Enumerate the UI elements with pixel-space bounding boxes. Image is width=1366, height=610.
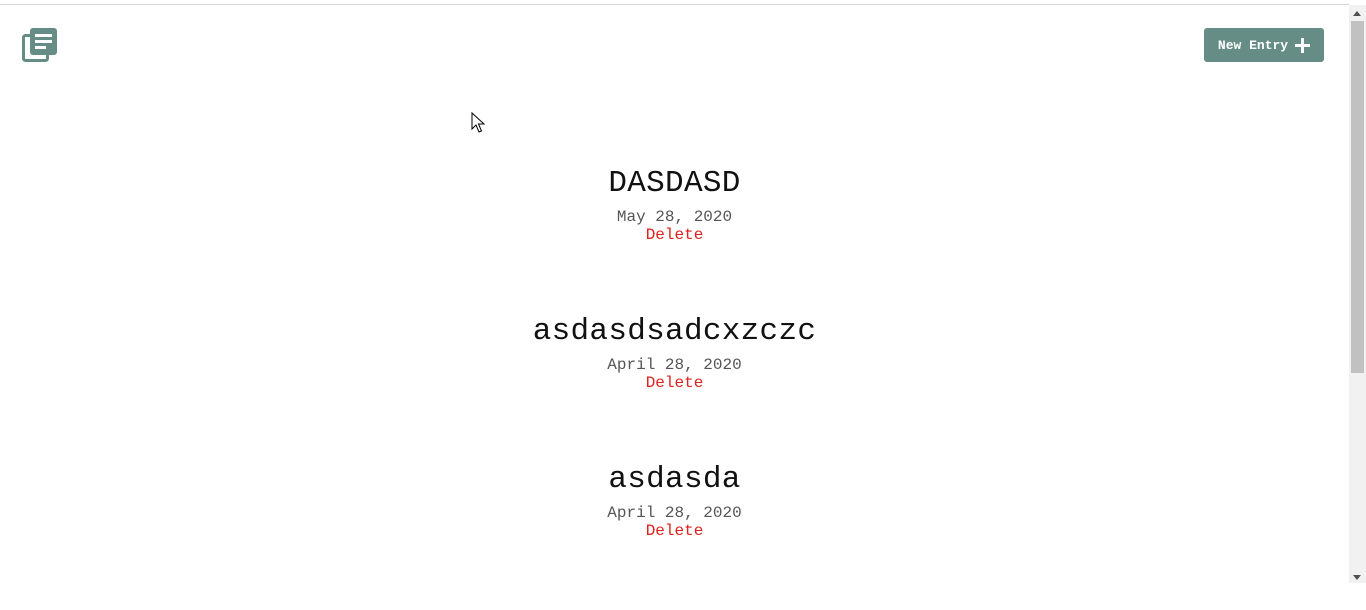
mouse-cursor-icon: [471, 112, 485, 133]
scroll-down-arrow-icon[interactable]: [1353, 575, 1361, 580]
delete-link[interactable]: Delete: [0, 374, 1349, 393]
scroll-up-arrow-icon[interactable]: [1353, 11, 1361, 16]
top-divider: [0, 4, 1349, 5]
new-entry-button[interactable]: New Entry: [1204, 28, 1324, 62]
scroll-thumb[interactable]: [1351, 21, 1364, 373]
entry-title[interactable]: asdasdsadcxzczc: [0, 314, 1349, 350]
entry-title[interactable]: DASDASD: [0, 166, 1349, 202]
delete-link[interactable]: Delete: [0, 522, 1349, 541]
entry-date: April 28, 2020: [607, 504, 742, 522]
entry-item: DASDASD May 28, 2020 Delete: [0, 166, 1349, 314]
new-entry-label: New Entry: [1217, 37, 1289, 53]
book-stack-icon[interactable]: [22, 27, 58, 63]
plus-icon: [1295, 37, 1311, 53]
entry-title[interactable]: asdasda: [0, 462, 1349, 498]
entry-item: asdasda April 28, 2020 Delete: [0, 462, 1349, 610]
entry-date: May 28, 2020: [616, 208, 733, 226]
entry-item: asdasdsadcxzczc April 28, 2020 Delete: [0, 314, 1349, 462]
vertical-scrollbar[interactable]: [1349, 5, 1366, 583]
delete-link[interactable]: Delete: [0, 226, 1349, 245]
entry-date: April 28, 2020: [607, 356, 742, 374]
entry-list: DASDASD May 28, 2020 Delete asdasdsadcxz…: [0, 166, 1349, 610]
